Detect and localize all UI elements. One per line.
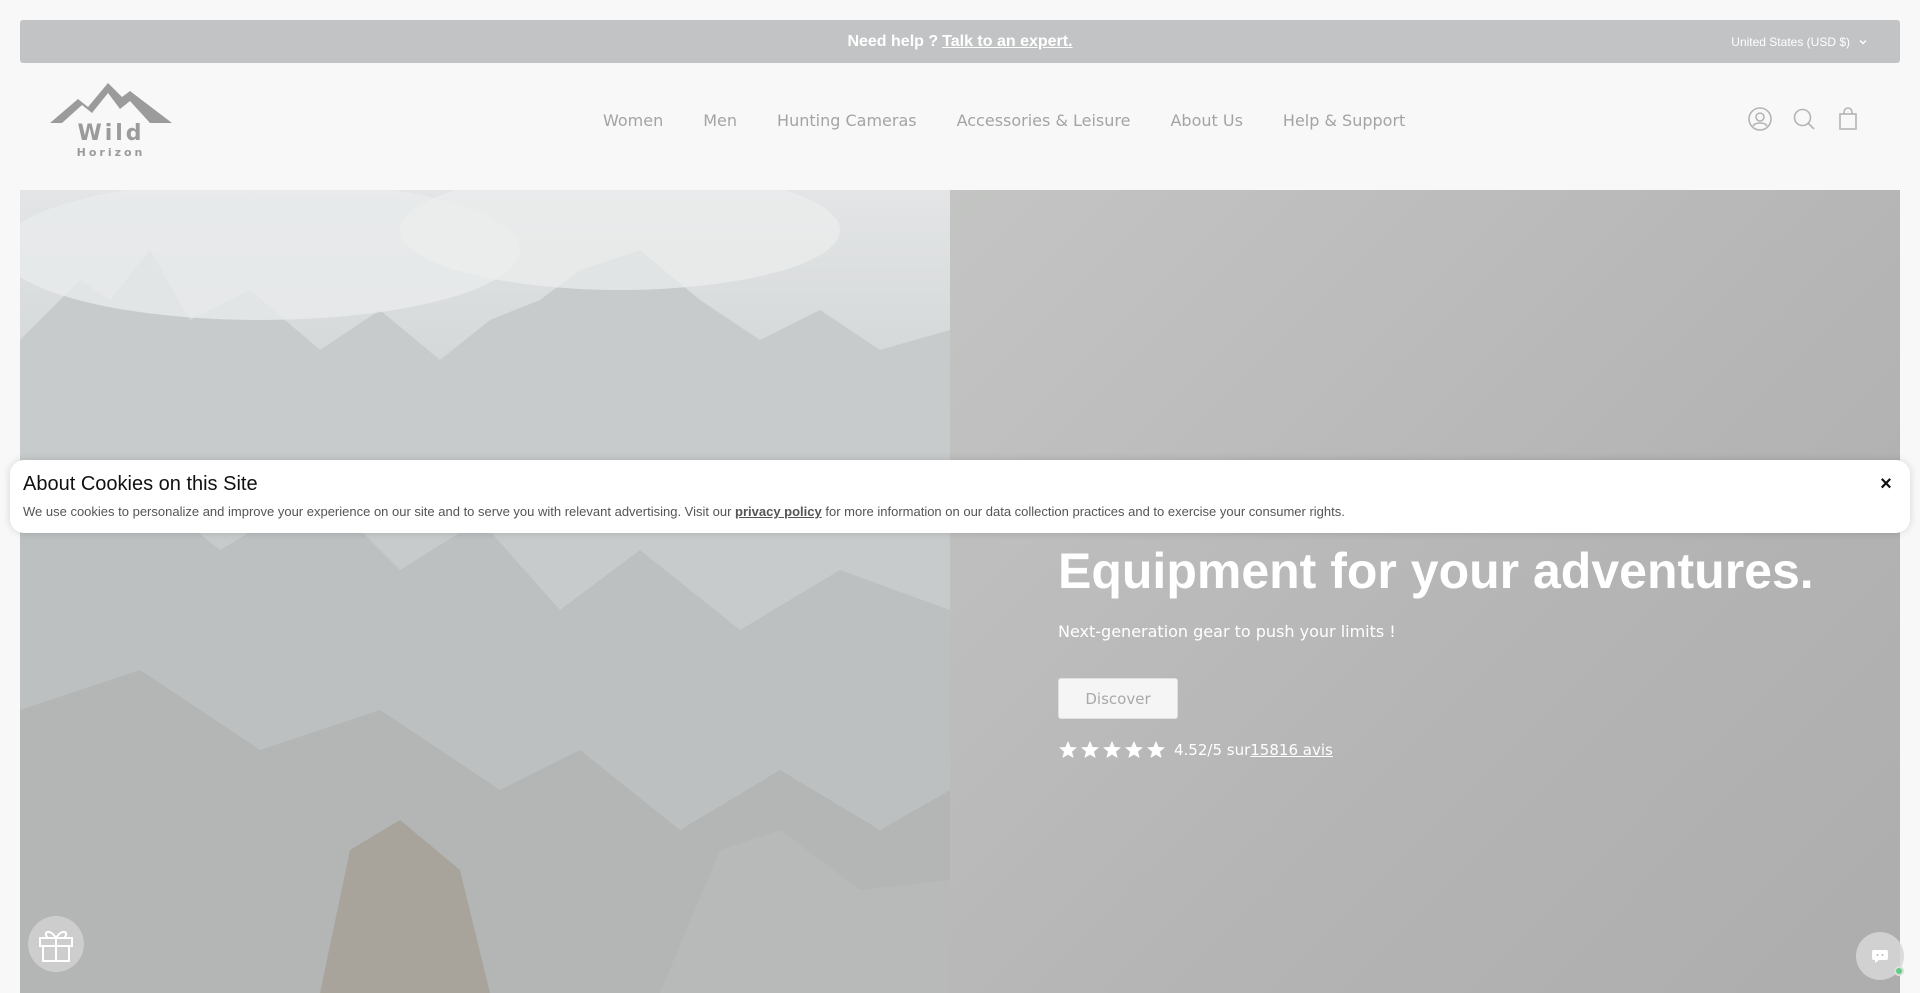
search-icon[interactable] — [1792, 107, 1816, 131]
hero-mountain-image — [20, 190, 950, 993]
chat-icon — [1872, 950, 1888, 963]
nav-hunting-cameras[interactable]: Hunting Cameras — [777, 111, 917, 130]
cookie-text-after: for more information on our data collect… — [821, 504, 1345, 519]
online-status-dot — [1894, 966, 1904, 976]
announcement-text: Need help ? — [847, 32, 939, 50]
star-icon — [1103, 741, 1121, 758]
header-icons — [1748, 107, 1860, 131]
nav-women[interactable]: Women — [603, 111, 663, 130]
rating-summary: 4.52/5 sur 15816 avis — [1058, 740, 1333, 760]
logo-word-horizon: Horizon — [76, 146, 146, 159]
star-icon — [1125, 741, 1143, 758]
hero-title: Equipment for your adventures. — [1058, 543, 1814, 599]
nav-men[interactable]: Men — [703, 111, 737, 130]
cookie-text-before: We use cookies to personalize and improv… — [23, 504, 736, 519]
main-nav: Women Men Hunting Cameras Accessories & … — [603, 111, 1405, 130]
logo-word-wild: Wild — [77, 121, 145, 146]
cookie-banner: About Cookies on this Site We use cookie… — [10, 460, 1910, 533]
discover-button[interactable]: Discover — [1058, 678, 1178, 719]
bag-icon[interactable] — [1836, 107, 1860, 131]
nav-help-support[interactable]: Help & Support — [1283, 111, 1405, 130]
hero-content-panel: Equipment for your adventures. Next-gene… — [950, 190, 1900, 993]
mountain-logo-icon — [50, 83, 172, 123]
currency-label: United States (USD $) — [1731, 34, 1850, 49]
chat-button[interactable] — [1856, 932, 1904, 980]
cookie-title: About Cookies on this Site — [23, 473, 258, 495]
talk-to-expert-link[interactable]: Talk to an expert. — [942, 33, 1072, 51]
account-icon[interactable] — [1748, 107, 1772, 131]
cookie-text: We use cookies to personalize and improv… — [23, 504, 1345, 519]
star-icon — [1059, 741, 1077, 758]
star-icon — [1081, 741, 1099, 758]
nav-accessories-leisure[interactable]: Accessories & Leisure — [957, 111, 1131, 130]
announcement-bar: Need help ? Talk to an expert. United St… — [20, 20, 1900, 63]
logo[interactable]: Wild Horizon — [50, 79, 172, 163]
chevron-down-icon — [1859, 39, 1867, 44]
currency-selector[interactable]: United States (USD $) — [1731, 20, 1868, 63]
site-header: Wild Horizon Women Men Hunting Cameras A… — [20, 63, 1900, 190]
gift-button[interactable] — [28, 916, 84, 972]
reviews-link[interactable]: 15816 avis — [1250, 741, 1333, 759]
nav-about-us[interactable]: About Us — [1170, 111, 1242, 130]
rating-score: 4.52/5 sur — [1174, 741, 1251, 759]
rating-stars — [1058, 740, 1166, 760]
star-icon — [1147, 741, 1165, 758]
hero-subtitle: Next-generation gear to push your limits… — [1058, 622, 1396, 641]
close-icon[interactable]: × — [1876, 473, 1896, 495]
hero-section: Equipment for your adventures. Next-gene… — [20, 190, 1900, 993]
gift-icon — [39, 931, 73, 962]
privacy-policy-link[interactable]: privacy policy — [735, 504, 822, 519]
